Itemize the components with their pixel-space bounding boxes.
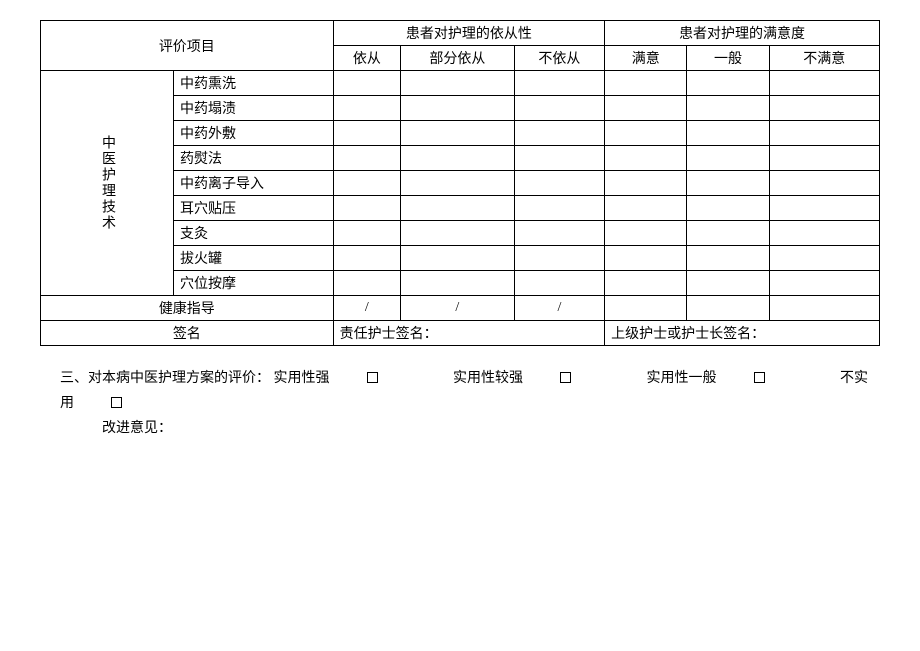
col-satisfaction-2: 不满意: [769, 46, 879, 71]
cell[interactable]: [514, 221, 605, 246]
cell[interactable]: [605, 196, 687, 221]
cell[interactable]: [687, 196, 769, 221]
cell[interactable]: [605, 271, 687, 296]
cell[interactable]: [514, 171, 605, 196]
cell[interactable]: [333, 121, 400, 146]
cell[interactable]: [769, 196, 879, 221]
group-label: 中医护理技术: [41, 71, 174, 296]
cell[interactable]: [687, 121, 769, 146]
section-prefix: 三、: [60, 371, 88, 386]
cell[interactable]: [687, 71, 769, 96]
checkbox-icon[interactable]: [754, 372, 765, 383]
header-item: 评价项目: [41, 21, 334, 71]
cell[interactable]: [514, 146, 605, 171]
row-label-5: 耳穴贴压: [174, 196, 334, 221]
cell[interactable]: [514, 96, 605, 121]
slash-cell: /: [514, 296, 605, 321]
cell[interactable]: [333, 246, 400, 271]
health-guidance-label: 健康指导: [41, 296, 334, 321]
col-compliance-0: 依从: [333, 46, 400, 71]
slash-cell: /: [401, 296, 515, 321]
cell[interactable]: [514, 271, 605, 296]
cell[interactable]: [769, 246, 879, 271]
checkbox-icon[interactable]: [111, 397, 122, 408]
row-label-7: 拔火罐: [174, 246, 334, 271]
evaluation-table: 评价项目 患者对护理的依从性 患者对护理的满意度 依从 部分依从 不依从 满意 …: [40, 20, 880, 346]
option-0[interactable]: 实用性强: [274, 371, 414, 386]
cell[interactable]: [514, 246, 605, 271]
evaluation-section: 三、对本病中医护理方案的评价： 实用性强 实用性较强 实用性一般 不实用 改进意…: [60, 366, 880, 442]
cell[interactable]: [333, 146, 400, 171]
cell[interactable]: [401, 71, 515, 96]
cell[interactable]: [333, 271, 400, 296]
cell[interactable]: [514, 71, 605, 96]
cell[interactable]: [687, 221, 769, 246]
cell[interactable]: [687, 96, 769, 121]
row-label-0: 中药熏洗: [174, 71, 334, 96]
cell[interactable]: [514, 196, 605, 221]
responsible-nurse-signature[interactable]: 责任护士签名：: [333, 321, 605, 346]
cell[interactable]: [769, 96, 879, 121]
row-label-3: 药熨法: [174, 146, 334, 171]
checkbox-icon[interactable]: [560, 372, 571, 383]
cell[interactable]: [401, 196, 515, 221]
cell[interactable]: [401, 246, 515, 271]
cell[interactable]: [687, 271, 769, 296]
cell[interactable]: [605, 296, 687, 321]
cell[interactable]: [333, 196, 400, 221]
cell[interactable]: [769, 121, 879, 146]
cell[interactable]: [401, 121, 515, 146]
row-label-2: 中药外敷: [174, 121, 334, 146]
cell[interactable]: [769, 221, 879, 246]
cell[interactable]: [401, 271, 515, 296]
senior-nurse-signature[interactable]: 上级护士或护士长签名：: [605, 321, 880, 346]
slash-cell: /: [333, 296, 400, 321]
improvement-label: 改进意见：: [102, 416, 880, 441]
cell[interactable]: [687, 171, 769, 196]
cell[interactable]: [401, 221, 515, 246]
row-label-1: 中药塌渍: [174, 96, 334, 121]
cell[interactable]: [401, 171, 515, 196]
option-2[interactable]: 实用性一般: [647, 371, 801, 386]
cell[interactable]: [605, 96, 687, 121]
cell[interactable]: [769, 296, 879, 321]
row-label-8: 穴位按摩: [174, 271, 334, 296]
col-satisfaction-1: 一般: [687, 46, 769, 71]
header-compliance: 患者对护理的依从性: [333, 21, 605, 46]
cell[interactable]: [514, 121, 605, 146]
cell[interactable]: [687, 146, 769, 171]
row-label-6: 支灸: [174, 221, 334, 246]
col-compliance-2: 不依从: [514, 46, 605, 71]
option-1[interactable]: 实用性较强: [453, 371, 607, 386]
cell[interactable]: [605, 71, 687, 96]
row-label-4: 中药离子导入: [174, 171, 334, 196]
cell[interactable]: [605, 246, 687, 271]
header-satisfaction: 患者对护理的满意度: [605, 21, 880, 46]
cell[interactable]: [333, 171, 400, 196]
cell[interactable]: [605, 221, 687, 246]
col-satisfaction-0: 满意: [605, 46, 687, 71]
cell[interactable]: [605, 171, 687, 196]
cell[interactable]: [333, 96, 400, 121]
cell[interactable]: [769, 271, 879, 296]
signature-label: 签名: [41, 321, 334, 346]
cell[interactable]: [605, 121, 687, 146]
cell[interactable]: [401, 146, 515, 171]
cell[interactable]: [605, 146, 687, 171]
cell[interactable]: [333, 71, 400, 96]
cell[interactable]: [687, 296, 769, 321]
cell[interactable]: [687, 246, 769, 271]
section-title: 对本病中医护理方案的评价：: [88, 371, 270, 386]
cell[interactable]: [769, 171, 879, 196]
cell[interactable]: [401, 96, 515, 121]
cell[interactable]: [769, 146, 879, 171]
col-compliance-1: 部分依从: [401, 46, 515, 71]
cell[interactable]: [333, 221, 400, 246]
checkbox-icon[interactable]: [367, 372, 378, 383]
cell[interactable]: [769, 71, 879, 96]
